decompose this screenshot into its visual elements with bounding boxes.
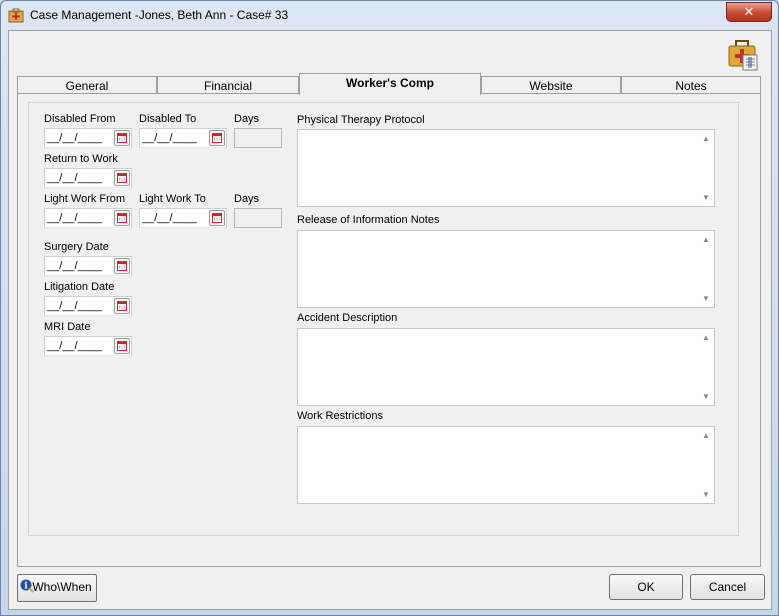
medical-kit-icon	[727, 38, 761, 72]
ok-label: OK	[637, 580, 655, 594]
workers-comp-panel: Disabled From __/__/____ Disabled To __/…	[17, 93, 761, 567]
surgery-date-label: Surgery Date	[44, 241, 109, 253]
light-work-from-field[interactable]: __/__/____	[44, 208, 132, 228]
close-button[interactable]: ✕	[726, 2, 772, 22]
mri-date-value: __/__/____	[47, 340, 103, 352]
disabled-days-field	[234, 128, 282, 148]
disabled-to-label: Disabled To	[139, 113, 197, 125]
title-bar[interactable]: Case Management -Jones, Beth Ann - Case#…	[1, 1, 778, 30]
scroll-up-icon[interactable]: ▲	[702, 431, 710, 440]
close-icon: ✕	[743, 4, 755, 19]
tab-workers-comp-label: Worker's Comp	[346, 76, 434, 90]
tab-strip: General Financial Worker's Comp Website …	[17, 73, 761, 95]
window-title: Case Management -Jones, Beth Ann - Case#…	[30, 8, 289, 22]
scrollbar[interactable]: ▲ ▼	[697, 427, 714, 503]
mri-date-label: MRI Date	[44, 321, 91, 333]
workers-comp-group: Disabled From __/__/____ Disabled To __/…	[28, 102, 739, 536]
light-work-days-label: Days	[234, 193, 260, 205]
scroll-up-icon[interactable]: ▲	[702, 235, 710, 244]
calendar-icon[interactable]	[209, 130, 225, 146]
light-work-from-label: Light Work From	[44, 193, 126, 205]
litigation-date-field[interactable]: __/__/____	[44, 296, 132, 316]
case-management-icon	[8, 8, 24, 23]
calendar-icon[interactable]	[114, 210, 130, 226]
calendar-icon[interactable]	[114, 130, 130, 146]
mri-date-field[interactable]: __/__/____	[44, 336, 132, 356]
accident-description-textarea[interactable]: ▲ ▼	[297, 328, 715, 406]
scrollbar[interactable]: ▲ ▼	[697, 231, 714, 307]
disabled-to-field[interactable]: __/__/____	[139, 128, 227, 148]
client-area: General Financial Worker's Comp Website …	[8, 30, 772, 610]
disabled-from-label: Disabled From	[44, 113, 116, 125]
disabled-from-value: __/__/____	[47, 132, 103, 144]
ok-button[interactable]: OK	[609, 574, 683, 600]
work-restrictions-label: Work Restrictions	[297, 410, 383, 422]
return-to-work-label: Return to Work	[44, 153, 118, 165]
disabled-days-label: Days	[234, 113, 260, 125]
litigation-date-value: __/__/____	[47, 300, 103, 312]
scroll-down-icon[interactable]: ▼	[702, 490, 710, 499]
svg-text:i: i	[24, 582, 28, 592]
work-restrictions-textarea[interactable]: ▲ ▼	[297, 426, 715, 504]
tab-workers-comp[interactable]: Worker's Comp	[299, 73, 481, 95]
scroll-down-icon[interactable]: ▼	[702, 294, 710, 303]
light-work-to-label: Light Work To	[139, 193, 206, 205]
calendar-icon[interactable]	[114, 298, 130, 314]
calendar-icon[interactable]	[114, 258, 130, 274]
calendar-icon[interactable]	[114, 338, 130, 354]
physical-therapy-label: Physical Therapy Protocol	[297, 114, 425, 126]
scrollbar[interactable]: ▲ ▼	[697, 130, 714, 206]
light-work-to-value: __/__/____	[142, 212, 198, 224]
who-when-button[interactable]: i Who\When	[17, 574, 97, 602]
light-work-from-value: __/__/____	[47, 212, 103, 224]
window: Case Management -Jones, Beth Ann - Case#…	[0, 0, 779, 616]
calendar-icon[interactable]	[114, 170, 130, 186]
surgery-date-value: __/__/____	[47, 260, 103, 272]
return-to-work-value: __/__/____	[47, 172, 103, 184]
tab-general-label: General	[65, 79, 109, 93]
calendar-icon[interactable]	[209, 210, 225, 226]
tab-notes[interactable]: Notes	[621, 76, 761, 94]
scrollbar[interactable]: ▲ ▼	[697, 329, 714, 405]
physical-therapy-textarea[interactable]: ▲ ▼	[297, 129, 715, 207]
scroll-down-icon[interactable]: ▼	[702, 193, 710, 202]
tab-website-label: Website	[529, 79, 573, 93]
release-info-label: Release of Information Notes	[297, 214, 440, 226]
surgery-date-field[interactable]: __/__/____	[44, 256, 132, 276]
scroll-up-icon[interactable]: ▲	[702, 134, 710, 143]
info-icon: i	[20, 577, 34, 593]
light-work-to-field[interactable]: __/__/____	[139, 208, 227, 228]
accident-description-label: Accident Description	[297, 312, 398, 324]
litigation-date-label: Litigation Date	[44, 281, 115, 293]
cancel-label: Cancel	[708, 580, 747, 594]
release-info-textarea[interactable]: ▲ ▼	[297, 230, 715, 308]
scroll-up-icon[interactable]: ▲	[702, 333, 710, 342]
disabled-to-value: __/__/____	[142, 132, 198, 144]
tab-financial-label: Financial	[203, 79, 253, 93]
tab-website[interactable]: Website	[481, 76, 621, 94]
tab-notes-label: Notes	[675, 79, 707, 93]
light-work-days-field	[234, 208, 282, 228]
tab-general[interactable]: General	[17, 76, 157, 94]
tab-financial[interactable]: Financial	[157, 76, 299, 94]
return-to-work-field[interactable]: __/__/____	[44, 168, 132, 188]
cancel-button[interactable]: Cancel	[690, 574, 765, 600]
disabled-from-field[interactable]: __/__/____	[44, 128, 132, 148]
scroll-down-icon[interactable]: ▼	[702, 392, 710, 401]
